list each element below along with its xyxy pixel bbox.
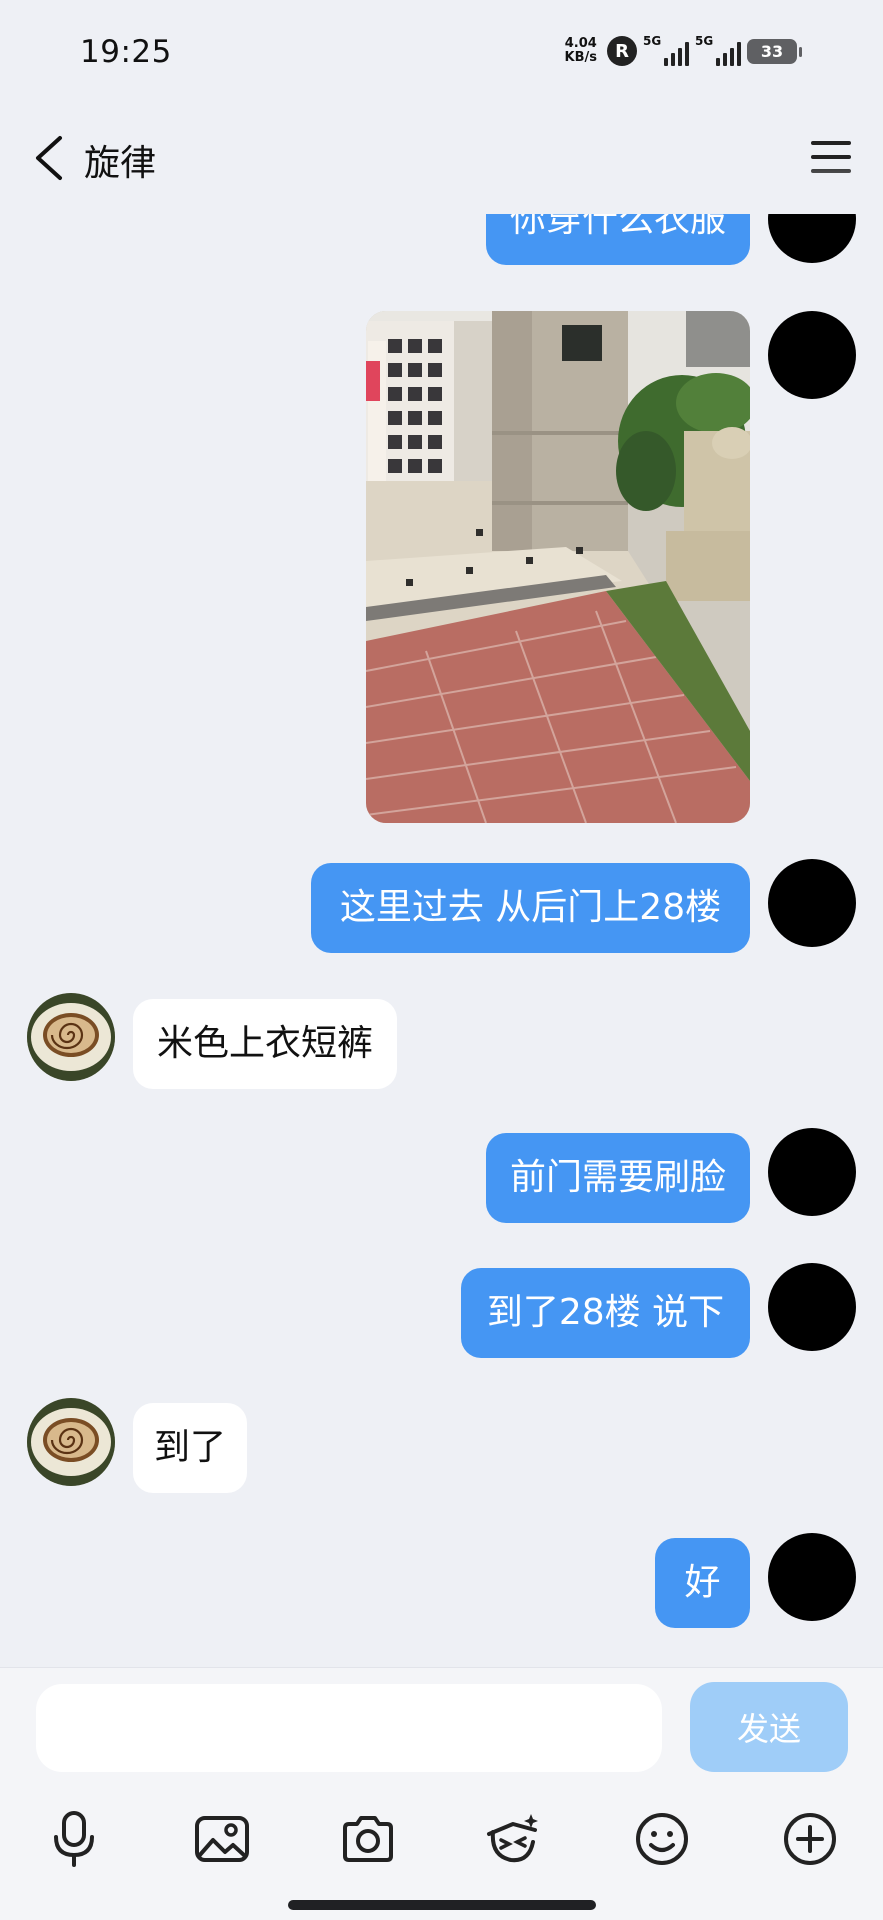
signal-strength-icon: 5G <box>695 34 741 66</box>
plus-circle-icon-svg <box>784 1813 836 1865</box>
chat-title: 旋律 <box>84 143 157 184</box>
battery-level: 33 <box>760 41 784 61</box>
signal-strength-icon: 5G <box>643 34 689 66</box>
chat-screen: 19:25 4.04 KB/s R 5G 5G 33 旋律 你穿什么衣服 这里过… <box>0 0 883 1920</box>
home-indicator[interactable] <box>288 1900 596 1910</box>
message-bubble[interactable]: 好 <box>655 1538 750 1628</box>
image-icon[interactable] <box>189 1806 255 1872</box>
message-input[interactable] <box>36 1684 662 1772</box>
roaming-badge-icon: R <box>607 36 637 66</box>
message-text: 好 <box>684 1562 721 1603</box>
image-icon-svg <box>195 1816 249 1862</box>
network-speed-indicator: 4.04 KB/s <box>565 37 597 65</box>
status-time: 19:25 <box>80 34 172 70</box>
microphone-icon-svg <box>54 1811 94 1867</box>
message-list[interactable]: 你穿什么衣服 这里过去 从后门上28楼 米色上衣短裤 前门需要刷脸 到了28楼 … <box>0 214 883 1667</box>
status-icons: 4.04 KB/s R 5G 5G 33 <box>565 34 802 66</box>
camera-icon[interactable] <box>335 1806 401 1872</box>
network-speed-value: 4.04 <box>564 36 597 51</box>
message-outgoing: 好 <box>0 214 883 1628</box>
input-toolbar <box>0 1798 883 1888</box>
back-arrow-icon[interactable] <box>28 130 76 186</box>
signal-bars <box>716 42 741 66</box>
camera-icon-svg <box>343 1816 393 1862</box>
microphone-icon[interactable] <box>41 1806 107 1872</box>
avatar[interactable] <box>768 1533 856 1621</box>
input-panel: 发送 <box>0 1667 883 1920</box>
plus-circle-icon[interactable] <box>777 1806 843 1872</box>
emoji-icon[interactable] <box>629 1806 695 1872</box>
network-speed-unit: KB/s <box>564 50 597 65</box>
battery-icon: 33 <box>747 38 802 64</box>
signal-bars <box>664 42 689 66</box>
send-button[interactable]: 发送 <box>690 1682 848 1772</box>
sticker-icon[interactable] <box>480 1806 546 1872</box>
sticker-icon-svg <box>487 1814 538 1863</box>
emoji-icon-svg <box>636 1813 688 1865</box>
chat-header: 旋律 <box>0 110 883 214</box>
signal-label: 5G <box>643 34 662 48</box>
status-bar: 19:25 4.04 KB/s R 5G 5G 33 <box>0 0 883 110</box>
signal-label: 5G <box>695 34 714 48</box>
hamburger-menu-icon[interactable] <box>809 138 853 176</box>
